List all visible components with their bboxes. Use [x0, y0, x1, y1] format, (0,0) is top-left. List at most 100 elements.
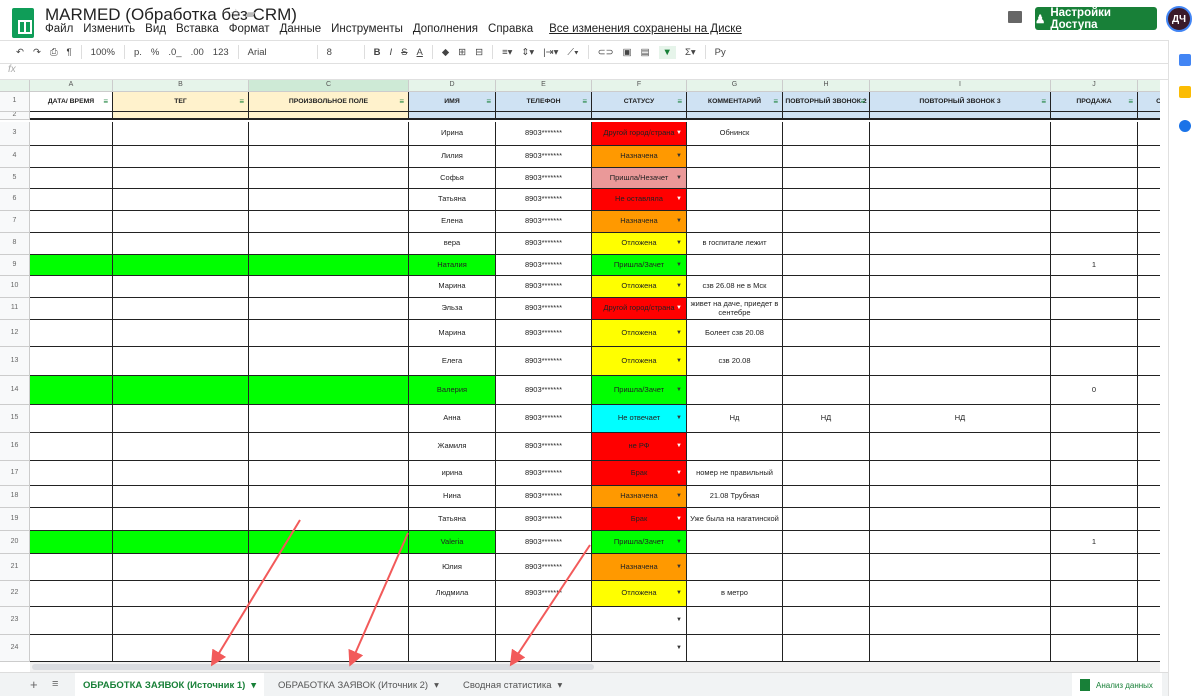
- column-header-D[interactable]: D: [409, 80, 496, 92]
- cell-call3[interactable]: [870, 122, 1051, 146]
- cell[interactable]: [870, 112, 1051, 120]
- cell[interactable]: [30, 347, 113, 376]
- cell[interactable]: [113, 112, 249, 120]
- cell[interactable]: [113, 255, 249, 276]
- column-header-I[interactable]: I: [870, 80, 1051, 92]
- cell-name[interactable]: Эльза: [409, 298, 496, 320]
- cell[interactable]: [30, 554, 113, 581]
- row-header[interactable]: 2: [0, 112, 30, 120]
- print-icon[interactable]: ⎙: [50, 47, 58, 58]
- row-header[interactable]: 5: [0, 168, 30, 189]
- cell-phone[interactable]: 8903*******: [496, 320, 592, 347]
- cell-sale[interactable]: 1: [1051, 531, 1138, 554]
- header-cell[interactable]: ИМЯ ≡: [409, 92, 496, 112]
- cell-name[interactable]: Марина: [409, 276, 496, 298]
- row-header[interactable]: 11: [0, 298, 30, 320]
- cell-status[interactable]: Отложена ▼: [592, 347, 687, 376]
- dropdown-arrow-icon[interactable]: ▼: [676, 218, 682, 225]
- dropdown-arrow-icon[interactable]: ▼: [676, 130, 682, 137]
- cell[interactable]: [30, 607, 113, 635]
- cell[interactable]: [30, 168, 113, 189]
- cell[interactable]: [113, 376, 249, 405]
- cell-call2[interactable]: [783, 508, 870, 531]
- filter-icon[interactable]: ▼: [658, 45, 676, 59]
- cell-name[interactable]: Наталия: [409, 255, 496, 276]
- cell-status[interactable]: Брак ▼: [592, 508, 687, 531]
- cell-call3[interactable]: [870, 189, 1051, 211]
- cell-call2[interactable]: [783, 486, 870, 508]
- cell-call3[interactable]: [870, 635, 1051, 662]
- cell-call3[interactable]: [870, 531, 1051, 554]
- cell[interactable]: [249, 376, 409, 405]
- column-header-E[interactable]: E: [496, 80, 592, 92]
- filter-icon[interactable]: ≡: [103, 97, 108, 106]
- cell-call2[interactable]: [783, 461, 870, 486]
- decrease-decimal-button[interactable]: .0_: [168, 47, 181, 58]
- cell-sale[interactable]: [1051, 211, 1138, 233]
- cell[interactable]: [249, 189, 409, 211]
- cell[interactable]: [1138, 189, 1160, 211]
- cell[interactable]: [1138, 508, 1160, 531]
- cell[interactable]: [496, 112, 592, 120]
- cell[interactable]: [113, 405, 249, 433]
- menu-2[interactable]: Вид: [145, 23, 166, 35]
- cell[interactable]: [249, 276, 409, 298]
- cell[interactable]: [249, 347, 409, 376]
- cell-phone[interactable]: 8903*******: [496, 276, 592, 298]
- row-header[interactable]: 22: [0, 581, 30, 607]
- star-folder-icons[interactable]: ☆ ▰: [230, 6, 255, 22]
- filter-icon[interactable]: ≡: [1041, 97, 1046, 106]
- cell[interactable]: [783, 112, 870, 120]
- cell-call3[interactable]: [870, 376, 1051, 405]
- header-cell[interactable]: ПОВТОРНЫЙ ЗВОНОК 2 ≡: [783, 92, 870, 112]
- cell-call2[interactable]: [783, 347, 870, 376]
- cell[interactable]: [249, 211, 409, 233]
- row-header[interactable]: 15: [0, 405, 30, 433]
- cell[interactable]: [249, 320, 409, 347]
- cell-sale[interactable]: [1051, 508, 1138, 531]
- cell-call3[interactable]: [870, 581, 1051, 607]
- filter-icon[interactable]: ≡: [860, 97, 865, 106]
- cell[interactable]: [30, 635, 113, 662]
- cell[interactable]: [30, 233, 113, 255]
- cell[interactable]: [1138, 320, 1160, 347]
- column-header-A[interactable]: A: [30, 80, 113, 92]
- cell[interactable]: [1138, 211, 1160, 233]
- cell-name[interactable]: Людмила: [409, 581, 496, 607]
- wrap-icon[interactable]: |⇥▾: [543, 47, 558, 58]
- cell-comment[interactable]: [687, 554, 783, 581]
- cell-sale[interactable]: [1051, 635, 1138, 662]
- cell-name[interactable]: [409, 607, 496, 635]
- cell-phone[interactable]: 8903*******: [496, 298, 592, 320]
- cell-call2[interactable]: [783, 433, 870, 461]
- cell-sale[interactable]: [1051, 554, 1138, 581]
- cell-phone[interactable]: 8903*******: [496, 433, 592, 461]
- cell[interactable]: [30, 122, 113, 146]
- dropdown-arrow-icon[interactable]: ▼: [676, 387, 682, 394]
- cell-comment[interactable]: сзв 20.08: [687, 347, 783, 376]
- cell[interactable]: [113, 635, 249, 662]
- cell[interactable]: [113, 298, 249, 320]
- menu-4[interactable]: Формат: [229, 23, 270, 35]
- cell[interactable]: [1138, 531, 1160, 554]
- header-cell[interactable]: ТЕЛЕФОН ≡: [496, 92, 592, 112]
- comments-icon[interactable]: [1008, 11, 1022, 23]
- cell[interactable]: [113, 581, 249, 607]
- cell-comment[interactable]: [687, 635, 783, 662]
- filter-icon[interactable]: ≡: [677, 97, 682, 106]
- cell-name[interactable]: Елена: [409, 211, 496, 233]
- column-header-F[interactable]: F: [592, 80, 687, 92]
- cell[interactable]: [113, 486, 249, 508]
- column-header-G[interactable]: G: [687, 80, 783, 92]
- row-header[interactable]: 1: [0, 92, 30, 112]
- cell-phone[interactable]: 8903*******: [496, 486, 592, 508]
- dropdown-arrow-icon[interactable]: ▼: [676, 175, 682, 182]
- row-header[interactable]: 13: [0, 347, 30, 376]
- cell[interactable]: [113, 433, 249, 461]
- cell-call3[interactable]: [870, 461, 1051, 486]
- cell-call2[interactable]: [783, 255, 870, 276]
- select-all-corner[interactable]: [0, 80, 30, 92]
- row-header[interactable]: 17: [0, 461, 30, 486]
- cell[interactable]: [30, 508, 113, 531]
- cell-call3[interactable]: [870, 255, 1051, 276]
